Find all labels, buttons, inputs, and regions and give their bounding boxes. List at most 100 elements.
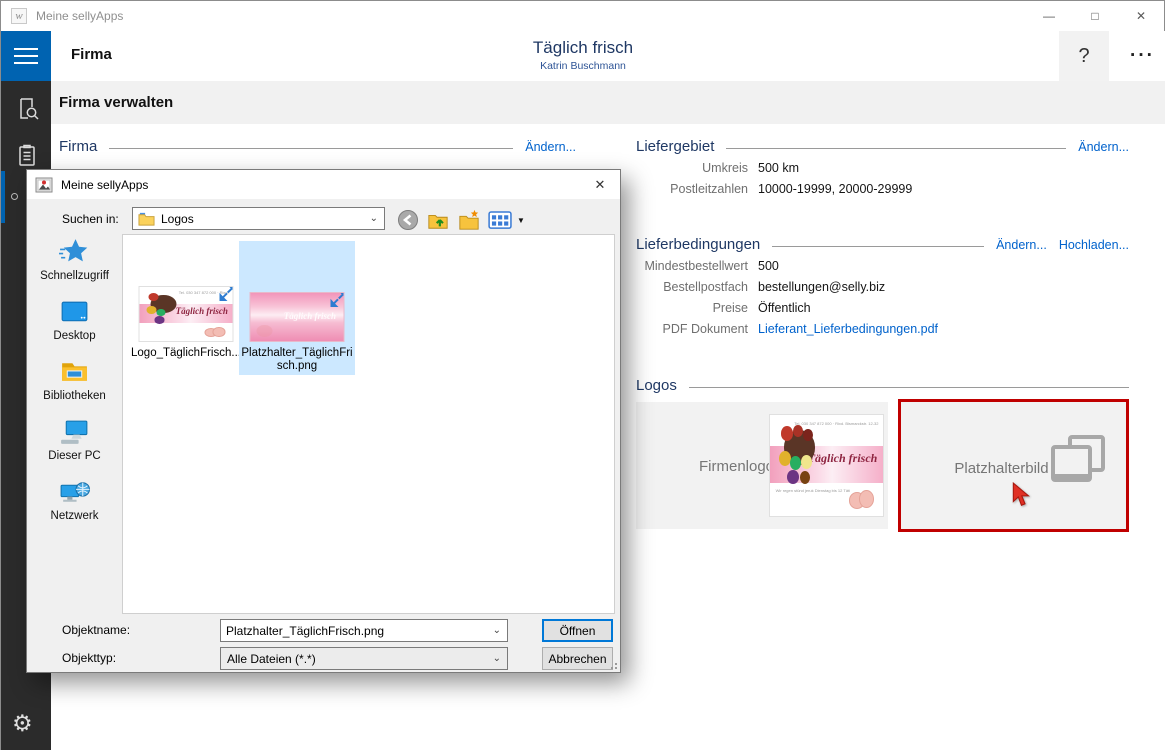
field-value: Öffentlich (758, 301, 811, 315)
hamburger-icon (14, 43, 38, 69)
section-title: Firma verwalten (59, 94, 174, 111)
maximize-button[interactable]: □ (1072, 1, 1118, 31)
place-label: Schnellzugriff (40, 270, 109, 282)
view-menu-caret-icon[interactable]: ▼ (517, 216, 525, 225)
field-label: Postleitzahlen (670, 182, 748, 196)
orders-clipboard-icon[interactable] (14, 143, 40, 169)
field-label: Bestellpostfach (663, 280, 748, 294)
this-pc-icon (61, 420, 88, 444)
platzhalterbild-card[interactable]: Platzhalterbild (898, 399, 1129, 532)
firmenlogo-label: Firmenlogo (699, 458, 775, 475)
up-one-level-icon[interactable] (426, 209, 450, 231)
place-label: Dieser PC (48, 450, 101, 462)
objekttyp-label: Objekttyp: (62, 651, 117, 665)
chevron-down-icon[interactable]: ⌄ (493, 625, 501, 636)
place-schnellzugriff[interactable]: Schnellzugriff (27, 232, 122, 292)
back-button-icon[interactable] (397, 209, 419, 231)
page-title: Firma (71, 46, 112, 63)
field-value: 500 (758, 259, 779, 273)
dialog-title: Meine sellyApps (61, 177, 149, 192)
hamburger-menu-button[interactable] (1, 31, 51, 81)
divider (726, 147, 1067, 149)
file-thumbnail-logo: Tel. 030 347 872 000 · Rixd. Täglich fri… (138, 286, 234, 342)
lieferbedingungen-section: Lieferbedingungen Ändern... Hochladen...… (636, 236, 1129, 337)
firma-change-link[interactable]: Ändern... (525, 140, 576, 154)
chevron-down-icon[interactable]: ⌄ (493, 653, 501, 664)
field-label: Mindestbestellwert (644, 259, 748, 273)
place-desktop[interactable]: Desktop (27, 292, 122, 352)
folder-icon (138, 212, 155, 226)
help-button[interactable]: ? (1059, 31, 1109, 81)
window-titlebar: w Meine sellyApps — □ ✕ (1, 1, 1164, 31)
place-label: Bibliotheken (43, 390, 106, 402)
view-menu-icon[interactable] (488, 210, 513, 230)
right-column: Liefergebiet Ändern... Umkreis 500 km Pos… (636, 138, 1129, 532)
close-button[interactable]: ✕ (1118, 1, 1164, 31)
supplier-search-icon[interactable] (14, 96, 40, 122)
cancel-button[interactable]: Abbrechen (542, 647, 613, 670)
platzhalterbild-label: Platzhalterbild (954, 460, 1049, 477)
libraries-folder-icon (62, 363, 87, 381)
field-label: Preise (712, 301, 748, 315)
red-cursor-arrow-annotation (1013, 482, 1031, 506)
lieferbedingungen-title: Lieferbedingungen (636, 236, 761, 253)
app-window: { "window": { "title": "Meine sellyApps"… (0, 0, 1165, 750)
logo-fineprint-bottom: Wir regen stünd jeruk Dienstag bis 12 Tä… (775, 487, 851, 493)
more-menu-button[interactable]: ··· (1119, 31, 1165, 81)
quick-access-star-icon (59, 239, 88, 262)
divider (772, 245, 985, 247)
liefergebiet-title: Liefergebiet (636, 138, 715, 155)
dialog-close-button[interactable]: ✕ (580, 170, 620, 199)
place-netzwerk[interactable]: Netzwerk (27, 472, 122, 532)
minimize-button[interactable]: — (1026, 1, 1072, 31)
logos-section: Logos Firmenlogo Tel. 030 347 872 000 · … (636, 377, 1129, 532)
nav-item-partial-icon (11, 193, 18, 200)
objektname-label: Objektname: (62, 623, 131, 637)
dialog-image-icon (35, 177, 53, 192)
look-in-value: Logos (161, 211, 194, 226)
objekttyp-combobox[interactable]: Alle Dateien (*.*) ⌄ (220, 647, 508, 670)
window-title: Meine sellyApps (36, 9, 124, 23)
place-bibliotheken[interactable]: Bibliotheken (27, 352, 122, 412)
divider (688, 386, 1129, 388)
dialog-titlebar[interactable]: Meine sellyApps ✕ (27, 170, 620, 199)
objekttyp-value: Alle Dateien (*.*) (227, 651, 316, 666)
settings-gear-icon[interactable]: ⚙ (12, 711, 33, 737)
places-bar: Schnellzugriff Desktop Bibliotheken Dies… (27, 232, 122, 582)
objektname-combobox[interactable]: ⌄ (220, 619, 508, 642)
resize-grip[interactable] (609, 661, 617, 669)
lieferbedingungen-change-link[interactable]: Ändern... (996, 238, 1047, 252)
user-name: Katrin Buschmann (540, 60, 626, 72)
lieferbedingungen-upload-link[interactable]: Hochladen... (1059, 238, 1129, 252)
firmenlogo-card[interactable]: Firmenlogo Tel. 030 347 872 000 · Rixd. … (636, 402, 889, 529)
look-in-combobox[interactable]: Logos ⌄ (132, 207, 385, 230)
liefergebiet-section: Liefergebiet Ändern... Umkreis 500 km Pos… (636, 138, 1129, 197)
place-dieser-pc[interactable]: Dieser PC (27, 412, 122, 472)
section-header: Firma verwalten (51, 81, 1165, 124)
chevron-down-icon: ⌄ (369, 213, 378, 224)
liefergebiet-change-link[interactable]: Ändern... (1078, 140, 1129, 154)
logos-title: Logos (636, 377, 677, 394)
desktop-icon (61, 301, 88, 322)
firma-section-title: Firma (59, 138, 98, 155)
firma-section: Firma Ändern... (59, 138, 576, 155)
place-label: Desktop (53, 330, 96, 342)
network-icon (60, 482, 90, 502)
file-thumbnail-platzhalter: Täglich frisch (249, 292, 345, 342)
field-label: Umkreis (702, 161, 748, 175)
app-header: Firma Täglich frisch Katrin Buschmann ? … (51, 31, 1165, 81)
file-list[interactable]: Tel. 030 347 872 000 · Rixd. Täglich fri… (122, 234, 615, 614)
field-value: bestellungen@selly.biz (758, 280, 886, 294)
open-button[interactable]: Öffnen (542, 619, 613, 642)
new-folder-icon[interactable] (457, 209, 481, 231)
nav-selected-indicator (1, 171, 5, 223)
divider (109, 147, 514, 149)
file-item-logo[interactable]: Tel. 030 347 872 000 · Rixd. Täglich fri… (131, 241, 241, 375)
file-item-platzhalter-selected[interactable]: Täglich frisch Platzhalter_TäglichFrisch… (239, 241, 355, 375)
field-label: PDF Dokument (662, 322, 748, 336)
company-name: Täglich frisch (532, 38, 634, 57)
place-label: Netzwerk (50, 510, 99, 522)
placeholder-image-icon (1051, 435, 1105, 482)
pdf-document-link[interactable]: Lieferant_Lieferbedingungen.pdf (758, 321, 938, 337)
objektname-input[interactable] (221, 623, 493, 638)
